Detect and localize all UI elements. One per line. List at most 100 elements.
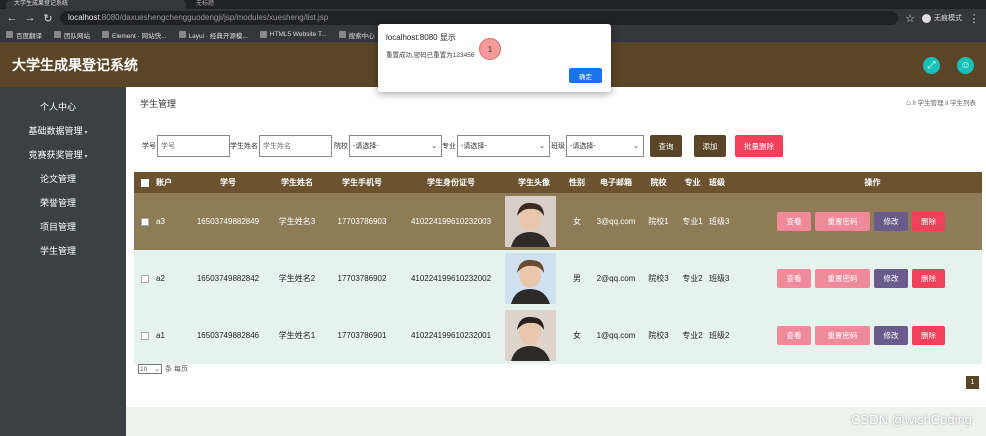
delete-button[interactable]: 删除 xyxy=(912,269,945,288)
sidebar-item[interactable]: 荣誉管理 xyxy=(0,191,126,215)
edit-button[interactable]: 修改 xyxy=(874,269,908,288)
cell-class: 班级3 xyxy=(709,217,730,226)
col-ops: 操作 xyxy=(763,172,982,193)
url-path: :8080/daxueshengchengguodengji/jsp/modul… xyxy=(99,13,329,22)
col-class: 班级 xyxy=(709,172,763,193)
cell-phone: 17703786903 xyxy=(337,217,387,226)
watermark: CSDN @wishCoding xyxy=(851,412,972,427)
cell-gender: 女 xyxy=(573,331,581,340)
delete-button[interactable]: 删除 xyxy=(912,326,945,345)
student-no-label: 学号 xyxy=(142,143,156,150)
cell-id-card: 410224199610232001 xyxy=(410,331,492,340)
delete-button[interactable]: 删除 xyxy=(912,212,945,231)
caret-down-icon: ▾ xyxy=(84,154,88,160)
cell-college: 院校3 xyxy=(648,331,669,340)
bookmark-icon xyxy=(178,31,186,38)
college-select[interactable]: -请选择- ⌄ xyxy=(349,135,442,157)
search-filters: 学号 学生姓名 院校 -请选择- ⌄ 专业 -请选择- ⌄ 班级 -请选择- ⌄ xyxy=(142,135,644,157)
row-checkbox[interactable] xyxy=(141,217,149,226)
cell-account: a2 xyxy=(156,274,165,283)
page-number-button[interactable]: 1 xyxy=(966,376,979,389)
batch-delete-button[interactable]: 批量删除 xyxy=(735,135,783,157)
cell-college: 院校1 xyxy=(648,217,669,226)
browser-tab-active[interactable]: 大学生成果登记系统 xyxy=(6,0,186,9)
bookmark-label: Layui · 经典开源模... xyxy=(188,32,248,40)
edit-button[interactable]: 修改 xyxy=(874,326,908,345)
bookmark-item[interactable]: Element · 网站快... xyxy=(102,30,167,40)
reset-password-button[interactable]: 重置密码 xyxy=(815,326,870,345)
student-no-input[interactable] xyxy=(157,135,230,157)
cell-major: 专业2 xyxy=(682,331,703,340)
bookmark-item[interactable]: HTML5 Website T... xyxy=(259,31,327,38)
class-select[interactable]: -请选择- ⌄ xyxy=(566,135,644,157)
view-button[interactable]: 查看 xyxy=(777,269,811,288)
student-name-input[interactable] xyxy=(259,135,332,157)
cell-id-card: 410224199610232002 xyxy=(410,274,492,283)
cell-student-no: 16503749882846 xyxy=(196,331,260,340)
bookmark-icon xyxy=(259,31,267,38)
bookmark-item[interactable]: 团队网站 xyxy=(54,30,90,40)
col-id-card: 学生身份证号 xyxy=(397,172,505,193)
reload-icon[interactable]: ↻ xyxy=(42,12,54,25)
edit-button[interactable]: 修改 xyxy=(874,212,908,231)
col-avatar: 学生头像 xyxy=(505,172,563,193)
bookmark-label: 百度翻译 xyxy=(16,32,42,40)
query-button[interactable]: 查询 xyxy=(650,135,682,157)
sidebar-item[interactable]: 基础数据管理 ▾ xyxy=(0,119,126,143)
browser-tab-inactive[interactable]: 无标题 xyxy=(188,0,298,9)
sidebar-item[interactable]: 竞赛获奖管理 ▾ xyxy=(0,143,126,167)
student-name-label: 学生姓名 xyxy=(230,143,258,150)
sidebar-item[interactable]: 学生管理 xyxy=(0,239,126,263)
user-icon[interactable]: ☺ xyxy=(957,56,974,74)
sidebar-item[interactable]: 论文管理 xyxy=(0,167,126,191)
sidebar-item[interactable]: 项目管理 xyxy=(0,215,126,239)
cell-email: 1@qq.com xyxy=(596,331,636,340)
cell-major: 专业1 xyxy=(682,217,703,226)
bookmark-icon xyxy=(6,31,13,38)
row-checkbox[interactable] xyxy=(141,331,149,340)
cell-email: 2@qq.com xyxy=(596,274,636,283)
reset-password-button[interactable]: 重置密码 xyxy=(815,212,870,231)
app-title: 大学生成果登记系统 xyxy=(12,57,138,73)
bookmark-item[interactable]: 搜索中心 xyxy=(338,30,375,40)
back-icon[interactable]: ← xyxy=(6,12,18,24)
row-checkbox[interactable] xyxy=(141,274,149,283)
star-icon[interactable]: ☆ xyxy=(904,12,916,25)
alert-message: 重置成功,密码已重置为123456 xyxy=(386,52,475,59)
cell-name: 学生姓名1 xyxy=(278,331,316,340)
fullscreen-icon[interactable]: ⤢ xyxy=(923,56,940,74)
bookmark-icon xyxy=(54,31,61,38)
student-avatar xyxy=(505,253,556,304)
sidebar-item[interactable]: 个人中心 xyxy=(0,95,126,119)
college-select-value: -请选择- xyxy=(353,143,379,150)
view-button[interactable]: 查看 xyxy=(777,212,811,231)
major-select[interactable]: -请选择- ⌄ xyxy=(457,135,550,157)
bookmark-item[interactable]: Layui · 经典开源模... xyxy=(178,30,248,40)
reset-password-button[interactable]: 重置密码 xyxy=(815,269,870,288)
page-size-select[interactable]: 10 ⌄ xyxy=(138,364,162,374)
sidebar-item-label: 竞赛获奖管理 xyxy=(28,150,83,160)
url-input[interactable]: localhost:8080/daxueshengchengguodengji/… xyxy=(60,11,898,25)
col-account: 账户 xyxy=(156,172,189,193)
view-button[interactable]: 查看 xyxy=(777,326,811,345)
cell-class: 班级2 xyxy=(709,331,730,340)
bookmark-icon xyxy=(102,31,109,38)
bookmark-label: 搜索中心 xyxy=(348,32,375,40)
cell-student-no: 16503749882849 xyxy=(196,217,260,226)
breadcrumb: ⌂ ll 学生管理 ll 学生列表 xyxy=(906,97,976,108)
incognito-badge[interactable]: 无痕模式 xyxy=(922,13,962,23)
bookmark-label: Element · 网站快... xyxy=(112,32,167,40)
bookmark-label: HTML5 Website T... xyxy=(269,31,327,38)
sidebar-item-label: 项目管理 xyxy=(39,222,76,232)
home-icon[interactable]: ⌂ xyxy=(906,98,911,107)
bookmark-icon xyxy=(338,31,346,38)
add-button[interactable]: 添加 xyxy=(694,135,726,157)
major-label: 专业 xyxy=(442,143,456,150)
student-table: 账户 学号 学生姓名 学生手机号 学生身份证号 学生头像 性别 电子邮箱 院校 … xyxy=(134,172,982,364)
forward-icon[interactable]: → xyxy=(24,12,36,24)
bookmark-item[interactable]: 百度翻译 xyxy=(6,30,42,40)
menu-dots-icon[interactable]: ⋮ xyxy=(968,12,980,25)
select-all-checkbox[interactable] xyxy=(141,178,149,187)
major-select-value: -请选择- xyxy=(461,143,487,150)
alert-ok-button[interactable]: 确定 xyxy=(569,68,602,83)
